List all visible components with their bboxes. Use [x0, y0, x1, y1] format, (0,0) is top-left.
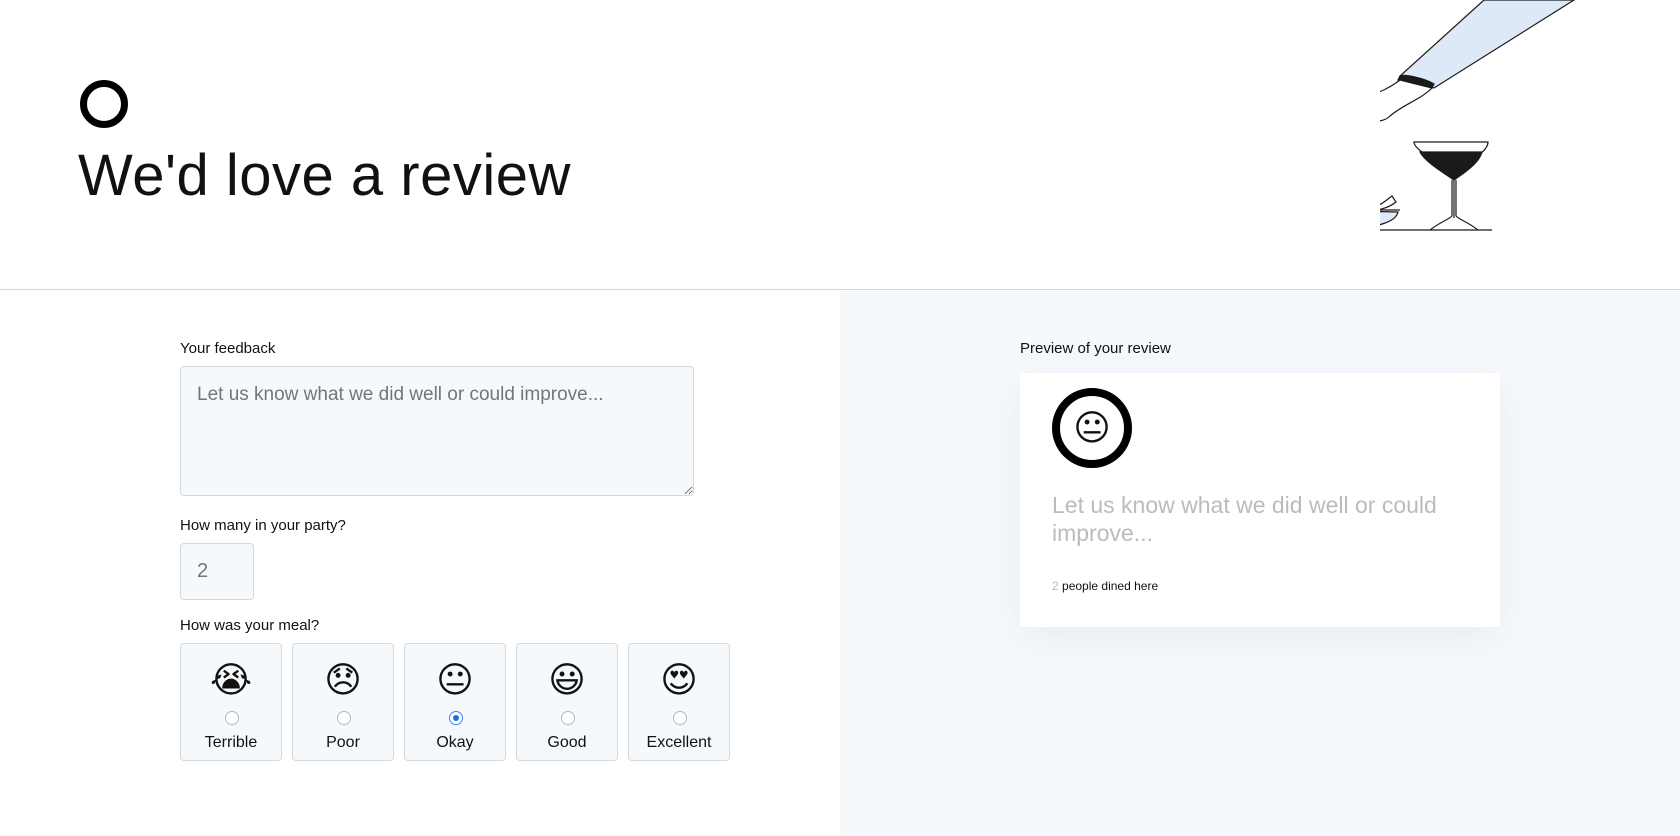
rating-label-okay: Okay [436, 734, 474, 751]
rating-label-good: Good [547, 734, 587, 751]
party-size-input[interactable] [180, 543, 254, 600]
rating-option-poor[interactable]: 😞 Poor [292, 643, 394, 761]
rating-radio-excellent[interactable] [673, 711, 687, 725]
meal-rating-label: How was your meal? [180, 617, 320, 634]
review-preview-card: 😐 Let us know what we did well or could … [1020, 373, 1500, 627]
smiling-face-icon: 😃 [548, 659, 586, 700]
rating-radio-terrible[interactable] [225, 711, 239, 725]
rating-option-okay[interactable]: 😐 Okay [404, 643, 506, 761]
preview-party-suffix: people dined here [1062, 579, 1159, 593]
page-header: We'd love a review [0, 0, 1680, 290]
rating-label-terrible: Terrible [204, 734, 258, 751]
feedback-label: Your feedback [180, 340, 276, 357]
rating-radio-poor[interactable] [337, 711, 351, 725]
feedback-textarea[interactable] [180, 366, 694, 496]
party-size-label: How many in your party? [180, 517, 346, 534]
rating-radio-okay[interactable] [449, 711, 463, 725]
page-title: We'd love a review [78, 143, 571, 208]
preview-avatar-ring: 😐 [1052, 388, 1132, 468]
crying-face-icon: 😭 [209, 659, 253, 700]
neutral-face-icon: 😐 [1073, 407, 1111, 448]
preview-label: Preview of your review [1020, 340, 1171, 357]
neutral-face-icon: 😐 [436, 659, 474, 700]
dining-illustration-icon [1380, 0, 1576, 231]
rating-label-poor: Poor [326, 734, 360, 751]
preview-party-count: 2 [1052, 579, 1059, 593]
preview-party-footer: 2 people dined here [1052, 579, 1158, 593]
preview-feedback-text: Let us know what we did well or could im… [1052, 492, 1437, 546]
heart-eyes-face-icon: 😍 [660, 659, 698, 700]
rating-radio-good[interactable] [561, 711, 575, 725]
rating-option-good[interactable]: 😃 Good [516, 643, 618, 761]
disappointed-face-icon: 😞 [324, 659, 362, 700]
logo-ring-icon [80, 80, 128, 128]
rating-option-excellent[interactable]: 😍 Excellent [628, 643, 730, 761]
rating-label-excellent: Excellent [646, 734, 712, 751]
rating-option-terrible[interactable]: 😭 Terrible [180, 643, 282, 761]
